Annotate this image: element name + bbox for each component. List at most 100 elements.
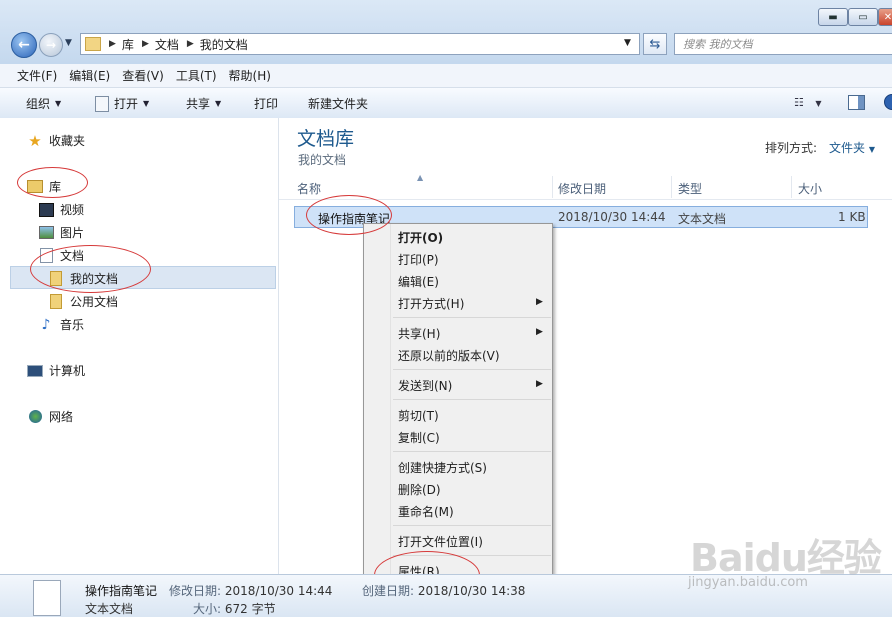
annotation-ellipse-file: [306, 195, 392, 235]
minimize-button[interactable]: ▬: [818, 8, 848, 26]
ctx-copy[interactable]: 复制(C): [398, 429, 440, 446]
ctx-open-file-location[interactable]: 打开文件位置(I): [398, 533, 483, 550]
open-label: 打开: [114, 97, 139, 111]
organize-button[interactable]: 组织 ▼: [26, 95, 61, 112]
menu-separator: [393, 451, 551, 452]
ctx-edit[interactable]: 编辑(E): [398, 273, 439, 290]
nav-network[interactable]: 网络: [27, 408, 73, 425]
recent-pages-button[interactable]: ▼: [65, 38, 72, 48]
menu-file[interactable]: 文件(F): [17, 67, 57, 84]
chevron-down-icon: ▼: [65, 38, 72, 48]
column-type[interactable]: 类型: [678, 180, 702, 197]
menu-bar: 文件(F) 编辑(E) 查看(V) 工具(T) 帮助(H): [0, 64, 892, 88]
open-button[interactable]: 打开 ▼: [95, 95, 149, 112]
chevron-down-icon: ▼: [815, 99, 822, 108]
nav-favorites[interactable]: ★ 收藏夹: [27, 131, 86, 150]
star-icon: ★: [28, 131, 42, 150]
details-file-type: 文本文档: [85, 602, 134, 616]
preview-pane-icon[interactable]: [848, 95, 865, 110]
details-size-value: 672 字节: [224, 602, 276, 616]
breadcrumb-separator-icon[interactable]: ▶: [109, 39, 116, 49]
annotation-ellipse-library: [17, 167, 88, 198]
nav-public-documents[interactable]: 公用文档: [48, 293, 118, 310]
menu-separator: [393, 525, 551, 526]
chevron-down-icon: ▼: [143, 99, 150, 108]
breadcrumb-documents[interactable]: 文档: [155, 36, 179, 53]
baidu-watermark: Baidu经验: [690, 536, 882, 580]
submenu-arrow-icon: ▶: [536, 327, 543, 337]
chevron-down-icon: ▼: [868, 145, 875, 154]
column-modified[interactable]: 修改日期: [558, 180, 606, 197]
menu-edit[interactable]: 编辑(E): [69, 67, 110, 84]
sort-ascending-icon: ▲: [417, 173, 424, 182]
breadcrumb-separator-icon[interactable]: ▶: [187, 39, 194, 49]
watermark-url: jingyan.baidu.com: [688, 575, 808, 590]
submenu-arrow-icon: ▶: [536, 379, 543, 389]
column-divider[interactable]: [552, 176, 553, 198]
share-label: 共享: [186, 97, 211, 111]
breadcrumb-my-documents[interactable]: 我的文档: [200, 36, 248, 53]
column-divider[interactable]: [671, 176, 672, 198]
forward-button[interactable]: →: [39, 33, 63, 57]
nav-videos-label: 视频: [60, 203, 85, 217]
nav-videos[interactable]: 视频: [38, 201, 84, 218]
menu-separator: [393, 399, 551, 400]
address-bar[interactable]: ▶ 库 ▶ 文档 ▶ 我的文档: [80, 33, 640, 55]
close-button[interactable]: ✕: [878, 8, 892, 26]
menu-help[interactable]: 帮助(H): [229, 67, 271, 84]
column-name[interactable]: 名称: [297, 180, 321, 197]
library-subtitle: 我的文档: [298, 153, 347, 167]
film-icon: [38, 202, 54, 217]
column-size[interactable]: 大小: [798, 180, 822, 197]
nav-pictures[interactable]: 图片: [38, 224, 84, 241]
column-divider[interactable]: [791, 176, 792, 198]
view-list-icon: ☷: [794, 96, 804, 109]
ctx-cut[interactable]: 剪切(T): [398, 407, 439, 424]
ctx-share[interactable]: 共享(H): [398, 325, 440, 342]
maximize-button[interactable]: ▭: [848, 8, 878, 26]
details-size: 大小: 672 字节: [193, 600, 276, 617]
print-label: 打印: [254, 97, 279, 111]
arrange-by-dropdown[interactable]: 文件夹 ▼: [829, 139, 875, 156]
ctx-print[interactable]: 打印(P): [398, 251, 439, 268]
annotation-ellipse-my-documents: [30, 245, 151, 293]
text-file-icon: [33, 580, 61, 616]
picture-icon: [38, 226, 54, 240]
computer-icon: [27, 364, 43, 378]
nav-music[interactable]: ♪ 音乐: [38, 316, 84, 333]
breadcrumb-library[interactable]: 库: [122, 36, 134, 53]
file-size: 1 KB: [838, 210, 866, 224]
new-folder-button[interactable]: 新建文件夹: [308, 95, 368, 112]
back-button[interactable]: ←: [11, 32, 37, 58]
details-modified: 修改日期: 2018/10/30 14:44: [169, 582, 332, 599]
submenu-arrow-icon: ▶: [536, 297, 543, 307]
refresh-button[interactable]: ⇆: [643, 33, 667, 55]
print-button[interactable]: 打印: [254, 95, 278, 112]
share-button[interactable]: 共享 ▼: [186, 95, 221, 112]
view-options-button[interactable]: ☷ ▼: [794, 96, 822, 109]
ctx-open-with[interactable]: 打开方式(H): [398, 295, 464, 312]
nav-computer[interactable]: 计算机: [27, 362, 85, 379]
arrange-by-label: 排列方式:: [765, 141, 818, 155]
ctx-open[interactable]: 打开(O): [398, 229, 443, 246]
menu-tools[interactable]: 工具(T): [176, 67, 217, 84]
details-modified-value: 2018/10/30 14:44: [224, 584, 333, 598]
document-icon: [95, 95, 109, 112]
nav-pictures-label: 图片: [60, 226, 85, 240]
breadcrumb-separator-icon[interactable]: ▶: [142, 39, 149, 49]
ctx-send-to[interactable]: 发送到(N): [398, 377, 452, 394]
details-modified-label: 修改日期:: [169, 584, 222, 598]
address-dropdown-icon[interactable]: ▼: [624, 38, 631, 48]
ctx-rename[interactable]: 重命名(M): [398, 503, 454, 520]
details-file-name: 操作指南笔记: [85, 584, 158, 598]
ctx-restore-versions[interactable]: 还原以前的版本(V): [398, 347, 500, 364]
search-input[interactable]: 搜索 我的文档: [674, 33, 892, 55]
file-modified: 2018/10/30 14:44: [558, 210, 666, 224]
ctx-delete[interactable]: 删除(D): [398, 481, 441, 498]
nav-public-documents-label: 公用文档: [70, 295, 119, 309]
nav-computer-label: 计算机: [49, 364, 86, 378]
ctx-create-shortcut[interactable]: 创建快捷方式(S): [398, 459, 487, 476]
menu-view[interactable]: 查看(V): [122, 67, 164, 84]
nav-favorites-label: 收藏夹: [49, 134, 86, 148]
nav-network-label: 网络: [49, 410, 74, 424]
